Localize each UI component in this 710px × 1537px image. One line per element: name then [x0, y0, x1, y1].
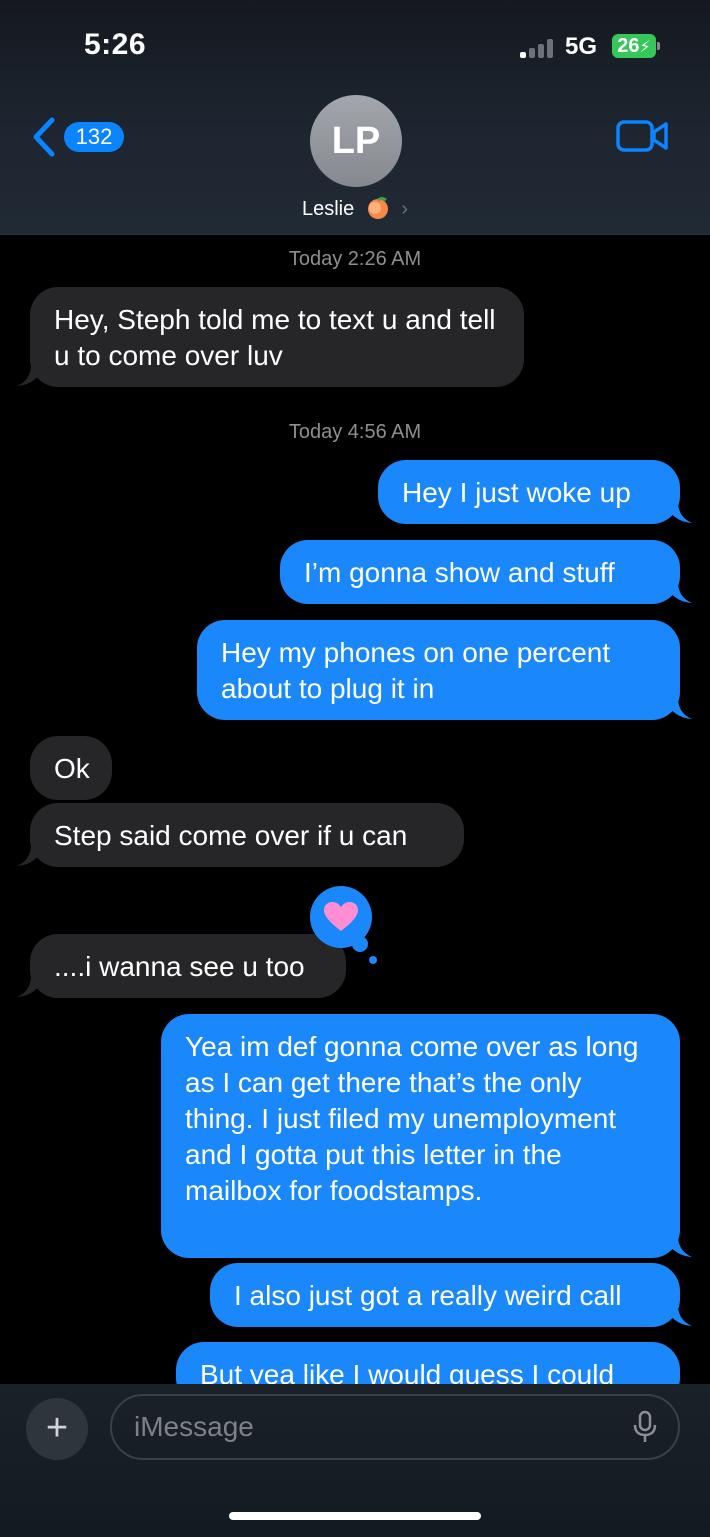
outgoing-message[interactable]: Hey I just woke up: [378, 460, 680, 524]
outgoing-message[interactable]: I’m gonna show and stuff: [280, 540, 680, 604]
battery-level: 26: [617, 35, 640, 57]
back-chevron-icon[interactable]: [28, 116, 68, 158]
outgoing-message[interactable]: But yea like I would guess I could: [176, 1342, 680, 1384]
timestamp: Today 2:26 AM: [288, 248, 422, 270]
message-composer: + iMessage: [0, 1384, 710, 1537]
heart-reaction[interactable]: [310, 886, 377, 964]
battery-nub: [657, 42, 660, 50]
avatar[interactable]: LP: [310, 95, 402, 187]
chevron-right-icon: ›: [401, 198, 409, 220]
incoming-message[interactable]: Hey, Steph told me to text u and tell u …: [30, 287, 524, 387]
outgoing-message[interactable]: Yea im def gonna come over as long as I …: [161, 1014, 680, 1258]
contact-name: Leslie: [301, 198, 355, 220]
bubble-tail: [666, 1236, 692, 1257]
incoming-message[interactable]: Ok: [30, 736, 112, 800]
bubble-tail: [17, 976, 43, 997]
outgoing-message[interactable]: I also just got a really weird call: [210, 1263, 680, 1327]
bubble-tail: [666, 1305, 692, 1326]
bubble-tail: [666, 582, 692, 603]
facetime-video-icon[interactable]: [616, 118, 668, 154]
unread-count-badge[interactable]: 132: [64, 122, 124, 152]
signal-icon: [520, 38, 554, 58]
incoming-message[interactable]: Step said come over if u can: [30, 803, 464, 867]
message-input-placeholder: iMessage: [134, 1411, 254, 1442]
bubble-tail: [17, 365, 43, 386]
conversation-header: 5:26 5G 26⚡ 132 LP Leslie ›: [0, 0, 710, 235]
incoming-message[interactable]: ....i wanna see u too: [30, 934, 346, 998]
contact-name-row[interactable]: Leslie ›: [0, 196, 710, 221]
bubble-tail: [17, 845, 43, 866]
battery-icon: 26⚡: [612, 34, 656, 58]
outgoing-message[interactable]: Hey my phones on one percent about to pl…: [197, 620, 680, 720]
timestamp: Today 4:56 AM: [288, 421, 422, 443]
peach-emoji-icon: [367, 197, 388, 219]
microphone-icon[interactable]: [632, 1410, 658, 1444]
add-attachment-button[interactable]: +: [26, 1398, 88, 1460]
message-thread[interactable]: Today 2:26 AM Hey, Steph told me to text…: [0, 234, 710, 1384]
heart-icon: [324, 902, 358, 931]
reaction-bubble-dot: [369, 956, 377, 964]
home-indicator[interactable]: [229, 1512, 481, 1520]
network-type: 5G: [565, 33, 598, 60]
bubble-tail: [666, 698, 692, 719]
status-time: 5:26: [84, 28, 147, 61]
reaction-bubble-dot: [352, 936, 368, 952]
message-input[interactable]: iMessage: [110, 1394, 680, 1460]
bubble-tail: [666, 502, 692, 523]
